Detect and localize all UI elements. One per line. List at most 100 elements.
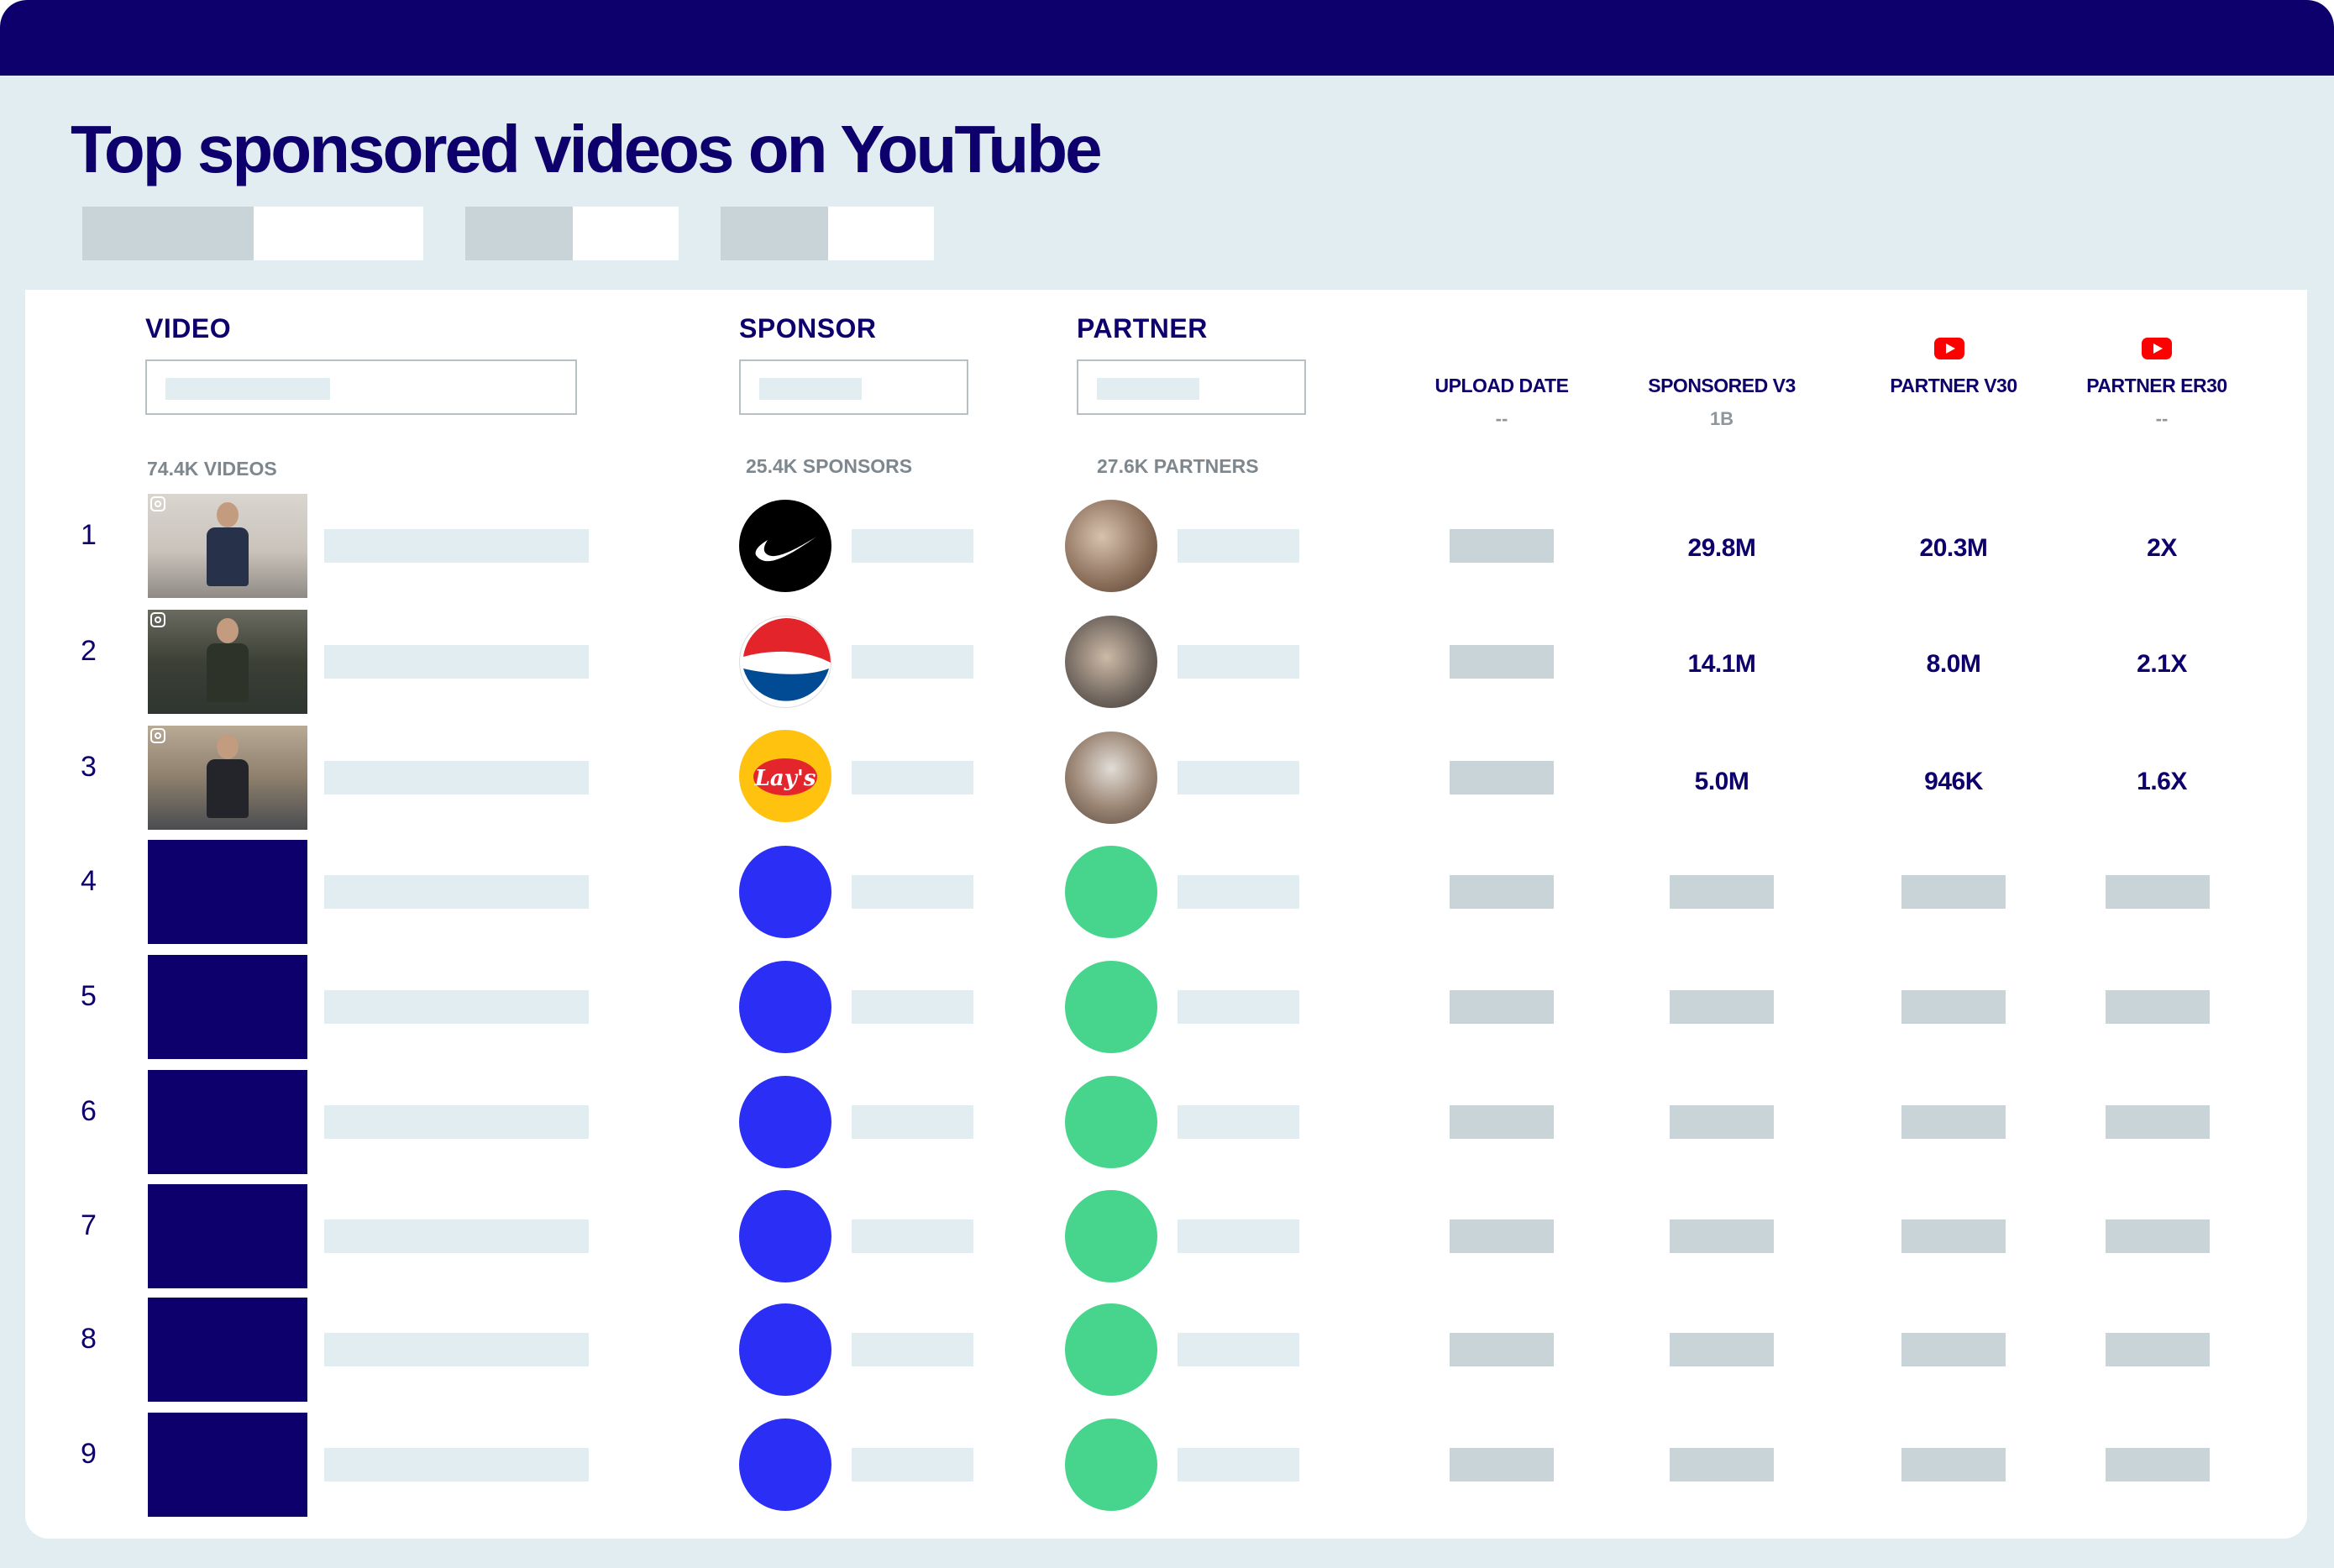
- partner-name-placeholder: [1177, 645, 1299, 679]
- video-title-placeholder: [324, 1333, 589, 1366]
- table-row[interactable]: 1 29.8M 20.3M 2X: [0, 494, 2334, 598]
- upload-date-placeholder: [1450, 1219, 1554, 1253]
- window-title-bar: [0, 0, 2334, 76]
- sponsor-avatar[interactable]: [739, 1190, 831, 1282]
- column-header-video[interactable]: VIDEO: [145, 313, 231, 344]
- youtube-icon: [1934, 338, 1964, 359]
- upload-date-placeholder: [1450, 1448, 1554, 1481]
- sponsor-name-placeholder: [852, 1219, 973, 1253]
- partner-name-placeholder: [1177, 875, 1299, 909]
- partner-avatar[interactable]: [1065, 1303, 1157, 1396]
- sponsor-avatar[interactable]: [739, 961, 831, 1053]
- sponsored-v3-value: 14.1M: [1687, 650, 1756, 678]
- nike-logo-icon[interactable]: [739, 500, 831, 592]
- table-row[interactable]: 8: [0, 1298, 2334, 1402]
- video-thumbnail[interactable]: [148, 840, 307, 944]
- sponsor-avatar[interactable]: [739, 1303, 831, 1396]
- partner-er30-placeholder: [2106, 1333, 2210, 1366]
- partner-search-input[interactable]: [1077, 359, 1306, 415]
- sponsor-name-placeholder: [852, 761, 973, 794]
- column-header-sponsored-v3[interactable]: SPONSORED V3: [1638, 375, 1806, 397]
- column-header-partner[interactable]: PARTNER: [1077, 313, 1208, 344]
- row-rank: 3: [81, 751, 97, 783]
- filter-control-2[interactable]: [465, 207, 679, 260]
- partner-avatar[interactable]: [1065, 1190, 1157, 1282]
- partner-v30-placeholder: [1901, 875, 2006, 909]
- app-window: Top sponsored videos on YouTube VIDEO SP…: [0, 0, 2334, 1568]
- table-row[interactable]: 3 Lay's 5.0M 946K 1.6X: [0, 726, 2334, 830]
- video-title-placeholder: [324, 1219, 589, 1253]
- video-thumbnail[interactable]: [148, 610, 307, 714]
- partner-name-placeholder: [1177, 1105, 1299, 1139]
- sponsor-search-input[interactable]: [739, 359, 968, 415]
- sponsored-v3-value: 29.8M: [1687, 534, 1756, 562]
- partner-avatar[interactable]: [1065, 1076, 1157, 1168]
- video-search-input[interactable]: [145, 359, 577, 415]
- partner-name-placeholder: [1177, 761, 1299, 794]
- partner-avatar[interactable]: [1065, 961, 1157, 1053]
- partner-name-placeholder: [1177, 1448, 1299, 1481]
- partner-name-placeholder: [1177, 990, 1299, 1024]
- sponsor-name-placeholder: [852, 1448, 973, 1481]
- sponsor-avatar[interactable]: [739, 1419, 831, 1511]
- upload-date-placeholder: [1450, 645, 1554, 679]
- upload-date-placeholder: [1450, 1105, 1554, 1139]
- row-rank: 4: [81, 865, 97, 897]
- partner-er30-value: 2.1X: [2137, 650, 2187, 678]
- column-header-partner-v30[interactable]: PARTNER V30: [1870, 375, 2038, 397]
- filter-control-3[interactable]: [721, 207, 934, 260]
- sponsor-name-placeholder: [852, 1333, 973, 1366]
- creator-avatar-icon[interactable]: [1065, 500, 1157, 592]
- row-rank: 2: [81, 635, 97, 667]
- sponsor-name-placeholder: [852, 875, 973, 909]
- column-header-partner-er30[interactable]: PARTNER ER30: [2073, 375, 2241, 397]
- partner-v30-placeholder: [1901, 1333, 2006, 1366]
- video-thumbnail[interactable]: [148, 1413, 307, 1517]
- upload-date-placeholder: [1450, 990, 1554, 1024]
- sponsored-v3-placeholder: [1670, 1333, 1774, 1366]
- video-thumbnail[interactable]: [148, 494, 307, 598]
- column-header-upload-date[interactable]: UPLOAD DATE: [1418, 375, 1586, 397]
- filter-control-1[interactable]: [82, 207, 423, 260]
- table-row[interactable]: 7: [0, 1184, 2334, 1288]
- lays-logo-icon[interactable]: Lay's: [739, 730, 831, 822]
- table-row[interactable]: 5: [0, 955, 2334, 1059]
- video-thumbnail[interactable]: [148, 1184, 307, 1288]
- sponsored-v3-total: 1B: [1709, 408, 1734, 429]
- video-thumbnail[interactable]: [148, 955, 307, 1059]
- sponsor-name-placeholder: [852, 1105, 973, 1139]
- video-title-placeholder: [324, 875, 589, 909]
- creator-avatar-icon[interactable]: [1065, 732, 1157, 824]
- partner-name-placeholder: [1177, 1219, 1299, 1253]
- row-rank: 8: [81, 1323, 97, 1355]
- row-rank: 1: [81, 519, 97, 551]
- partner-er30-placeholder: [2106, 1105, 2210, 1139]
- row-rank: 7: [81, 1209, 97, 1241]
- video-thumbnail[interactable]: [148, 1070, 307, 1174]
- creator-avatar-icon[interactable]: [1065, 616, 1157, 708]
- table-row[interactable]: 2 14.1M 8.0M 2.1X: [0, 610, 2334, 714]
- partner-name-placeholder: [1177, 1333, 1299, 1366]
- table-row[interactable]: 6: [0, 1070, 2334, 1174]
- partner-name-placeholder: [1177, 529, 1299, 563]
- video-title-placeholder: [324, 1448, 589, 1481]
- upload-date-placeholder: [1450, 1333, 1554, 1366]
- upload-date-placeholder: [1450, 875, 1554, 909]
- pepsi-logo-icon[interactable]: [739, 616, 831, 708]
- table-row[interactable]: 9: [0, 1413, 2334, 1517]
- partner-v30-placeholder: [1901, 1105, 2006, 1139]
- instagram-icon: [150, 728, 165, 743]
- partner-avatar[interactable]: [1065, 1419, 1157, 1511]
- partner-v30-value: 20.3M: [1919, 534, 1988, 562]
- partner-v30-placeholder: [1901, 1448, 2006, 1481]
- table-row[interactable]: 4: [0, 840, 2334, 944]
- column-header-sponsor[interactable]: SPONSOR: [739, 313, 877, 344]
- sponsor-avatar[interactable]: [739, 846, 831, 938]
- video-thumbnail[interactable]: [148, 1298, 307, 1402]
- partner-avatar[interactable]: [1065, 846, 1157, 938]
- video-thumbnail[interactable]: [148, 726, 307, 830]
- sponsor-avatar[interactable]: [739, 1076, 831, 1168]
- sponsor-name-placeholder: [852, 645, 973, 679]
- partner-count: 27.6K PARTNERS: [1097, 455, 1259, 477]
- video-title-placeholder: [324, 761, 589, 794]
